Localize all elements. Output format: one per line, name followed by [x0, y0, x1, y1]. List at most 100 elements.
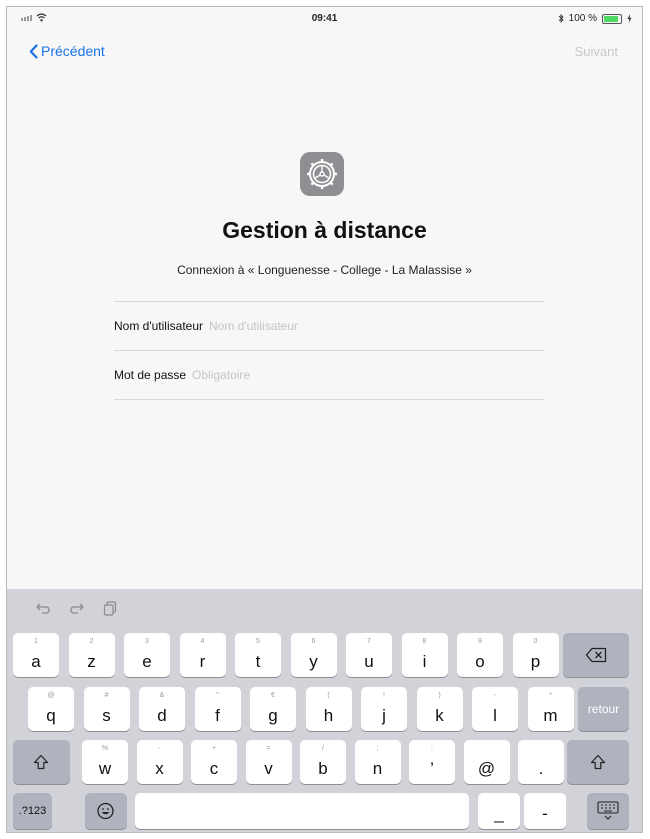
key-hint: 4: [200, 638, 205, 645]
redo-icon[interactable]: [69, 601, 85, 615]
back-button[interactable]: Précédent: [29, 43, 105, 59]
back-button-label: Précédent: [41, 43, 105, 59]
key-4[interactable]: " f: [194, 687, 241, 731]
key-8[interactable]: @: [463, 740, 510, 784]
key-4[interactable]: 4r: [179, 633, 226, 677]
emoji-icon: [97, 802, 114, 820]
key-2[interactable]: -x: [136, 740, 183, 784]
key-char: r: [199, 652, 206, 671]
key-6[interactable]: 6y: [290, 633, 337, 677]
key-1[interactable]: 1a: [13, 633, 59, 677]
shift-icon: [33, 754, 49, 770]
key-8[interactable]: ) k: [416, 687, 463, 731]
key-hint: *: [549, 692, 552, 699]
key-hint: 3: [145, 638, 149, 645]
key-1[interactable]: @ q: [28, 687, 74, 731]
numbers-key-label: .?123: [18, 805, 47, 817]
key-7[interactable]: :’: [409, 740, 455, 784]
status-bar: 09:41 100 %: [7, 7, 642, 29]
paste-icon[interactable]: [103, 601, 117, 616]
chevron-left-icon: [29, 43, 38, 59]
delete-key[interactable]: [563, 633, 629, 677]
key-hint: &: [159, 692, 165, 699]
status-time: 09:41: [311, 13, 338, 24]
settings-gear-icon: [300, 152, 344, 196]
key-char: s: [102, 706, 111, 725]
keyboard-shortcut-bar: [35, 601, 117, 616]
key-char: q: [46, 706, 56, 725]
key-char: y: [309, 652, 318, 671]
password-field[interactable]: [192, 368, 393, 382]
key-hint: ): [438, 692, 441, 699]
key-hint: 7: [367, 638, 371, 645]
key-hint: =: [266, 745, 271, 752]
key-3[interactable]: & d: [139, 687, 185, 731]
key-char: h: [323, 706, 334, 725]
username-label: Nom d'utilisateur: [114, 319, 203, 333]
key-char: t: [255, 652, 261, 671]
key-3[interactable]: 3e: [124, 633, 170, 677]
battery-icon: [602, 13, 622, 24]
key-char: x: [155, 759, 164, 778]
username-row: Nom d'utilisateur: [114, 301, 544, 350]
key-5[interactable]: / b: [300, 740, 346, 784]
dash-key-label: -: [542, 804, 548, 823]
key-9[interactable]: 9o: [457, 633, 503, 677]
onscreen-keyboard: 1a2z3e4r5t6y7u8i9o0p @ q # s & d " f € g(h! j) k - l *…: [7, 589, 642, 832]
shift-right-key[interactable]: [567, 740, 629, 784]
key-7[interactable]: 7u: [346, 633, 392, 677]
key-hint: 0: [533, 638, 538, 645]
emoji-key[interactable]: [85, 793, 127, 829]
key-char: n: [372, 759, 383, 778]
key-3[interactable]: + c: [191, 740, 237, 784]
key-1[interactable]: % w: [82, 740, 128, 784]
key-5[interactable]: € g: [250, 687, 296, 731]
key-10[interactable]: 0p: [512, 633, 559, 677]
key-hint: (: [327, 692, 330, 699]
underscore-key[interactable]: _: [478, 793, 520, 829]
key-8[interactable]: 8i: [401, 633, 448, 677]
key-2[interactable]: 2z: [68, 633, 115, 677]
key-9[interactable]: .: [518, 740, 564, 784]
key-hint: :: [431, 745, 433, 752]
key-char: e: [142, 652, 152, 671]
key-hint: @: [47, 692, 55, 699]
key-hint: %: [101, 745, 109, 752]
key-5[interactable]: 5t: [235, 633, 281, 677]
keyboard-dismiss-icon: [597, 801, 619, 820]
key-6[interactable]: (h: [305, 687, 352, 731]
key-hint: €: [271, 692, 275, 699]
key-2[interactable]: # s: [83, 687, 130, 731]
key-hint: 6: [311, 638, 316, 645]
underscore-key-label: _: [494, 804, 504, 823]
key-10[interactable]: * m: [527, 687, 574, 731]
key-char: v: [264, 759, 273, 778]
shift-left-key[interactable]: [13, 740, 70, 784]
key-6[interactable]: ; n: [354, 740, 401, 784]
key-hint: ;: [376, 745, 379, 752]
return-key[interactable]: retour: [578, 687, 629, 731]
space-bar[interactable]: [135, 793, 469, 829]
shift-icon: [590, 754, 606, 770]
key-hint: 9: [478, 638, 482, 645]
next-button[interactable]: Suivant: [575, 44, 618, 59]
login-form: Nom d'utilisateur Mot de passe: [114, 301, 544, 400]
dash-key[interactable]: -: [524, 793, 566, 829]
key-char: i: [422, 652, 427, 671]
return-key-label: retour: [587, 702, 620, 716]
key-7[interactable]: ! j: [361, 687, 407, 731]
key-hint: 2: [89, 638, 94, 645]
key-4[interactable]: = v: [245, 740, 292, 784]
key-char: ’: [430, 759, 434, 778]
ipad-screen: 09:41 100 % Précédent Suivant Gestion à …: [6, 6, 643, 833]
charging-icon: [627, 14, 632, 23]
dismiss-keyboard-key[interactable]: [587, 793, 629, 829]
key-char: .: [538, 759, 544, 778]
username-field[interactable]: [209, 319, 409, 333]
key-hint: !: [383, 692, 385, 699]
key-9[interactable]: -l: [472, 687, 518, 731]
numbers-key[interactable]: .?123: [13, 793, 52, 829]
key-hint: -: [158, 745, 161, 752]
undo-icon[interactable]: [35, 601, 51, 615]
key-hint: 5: [256, 638, 260, 645]
